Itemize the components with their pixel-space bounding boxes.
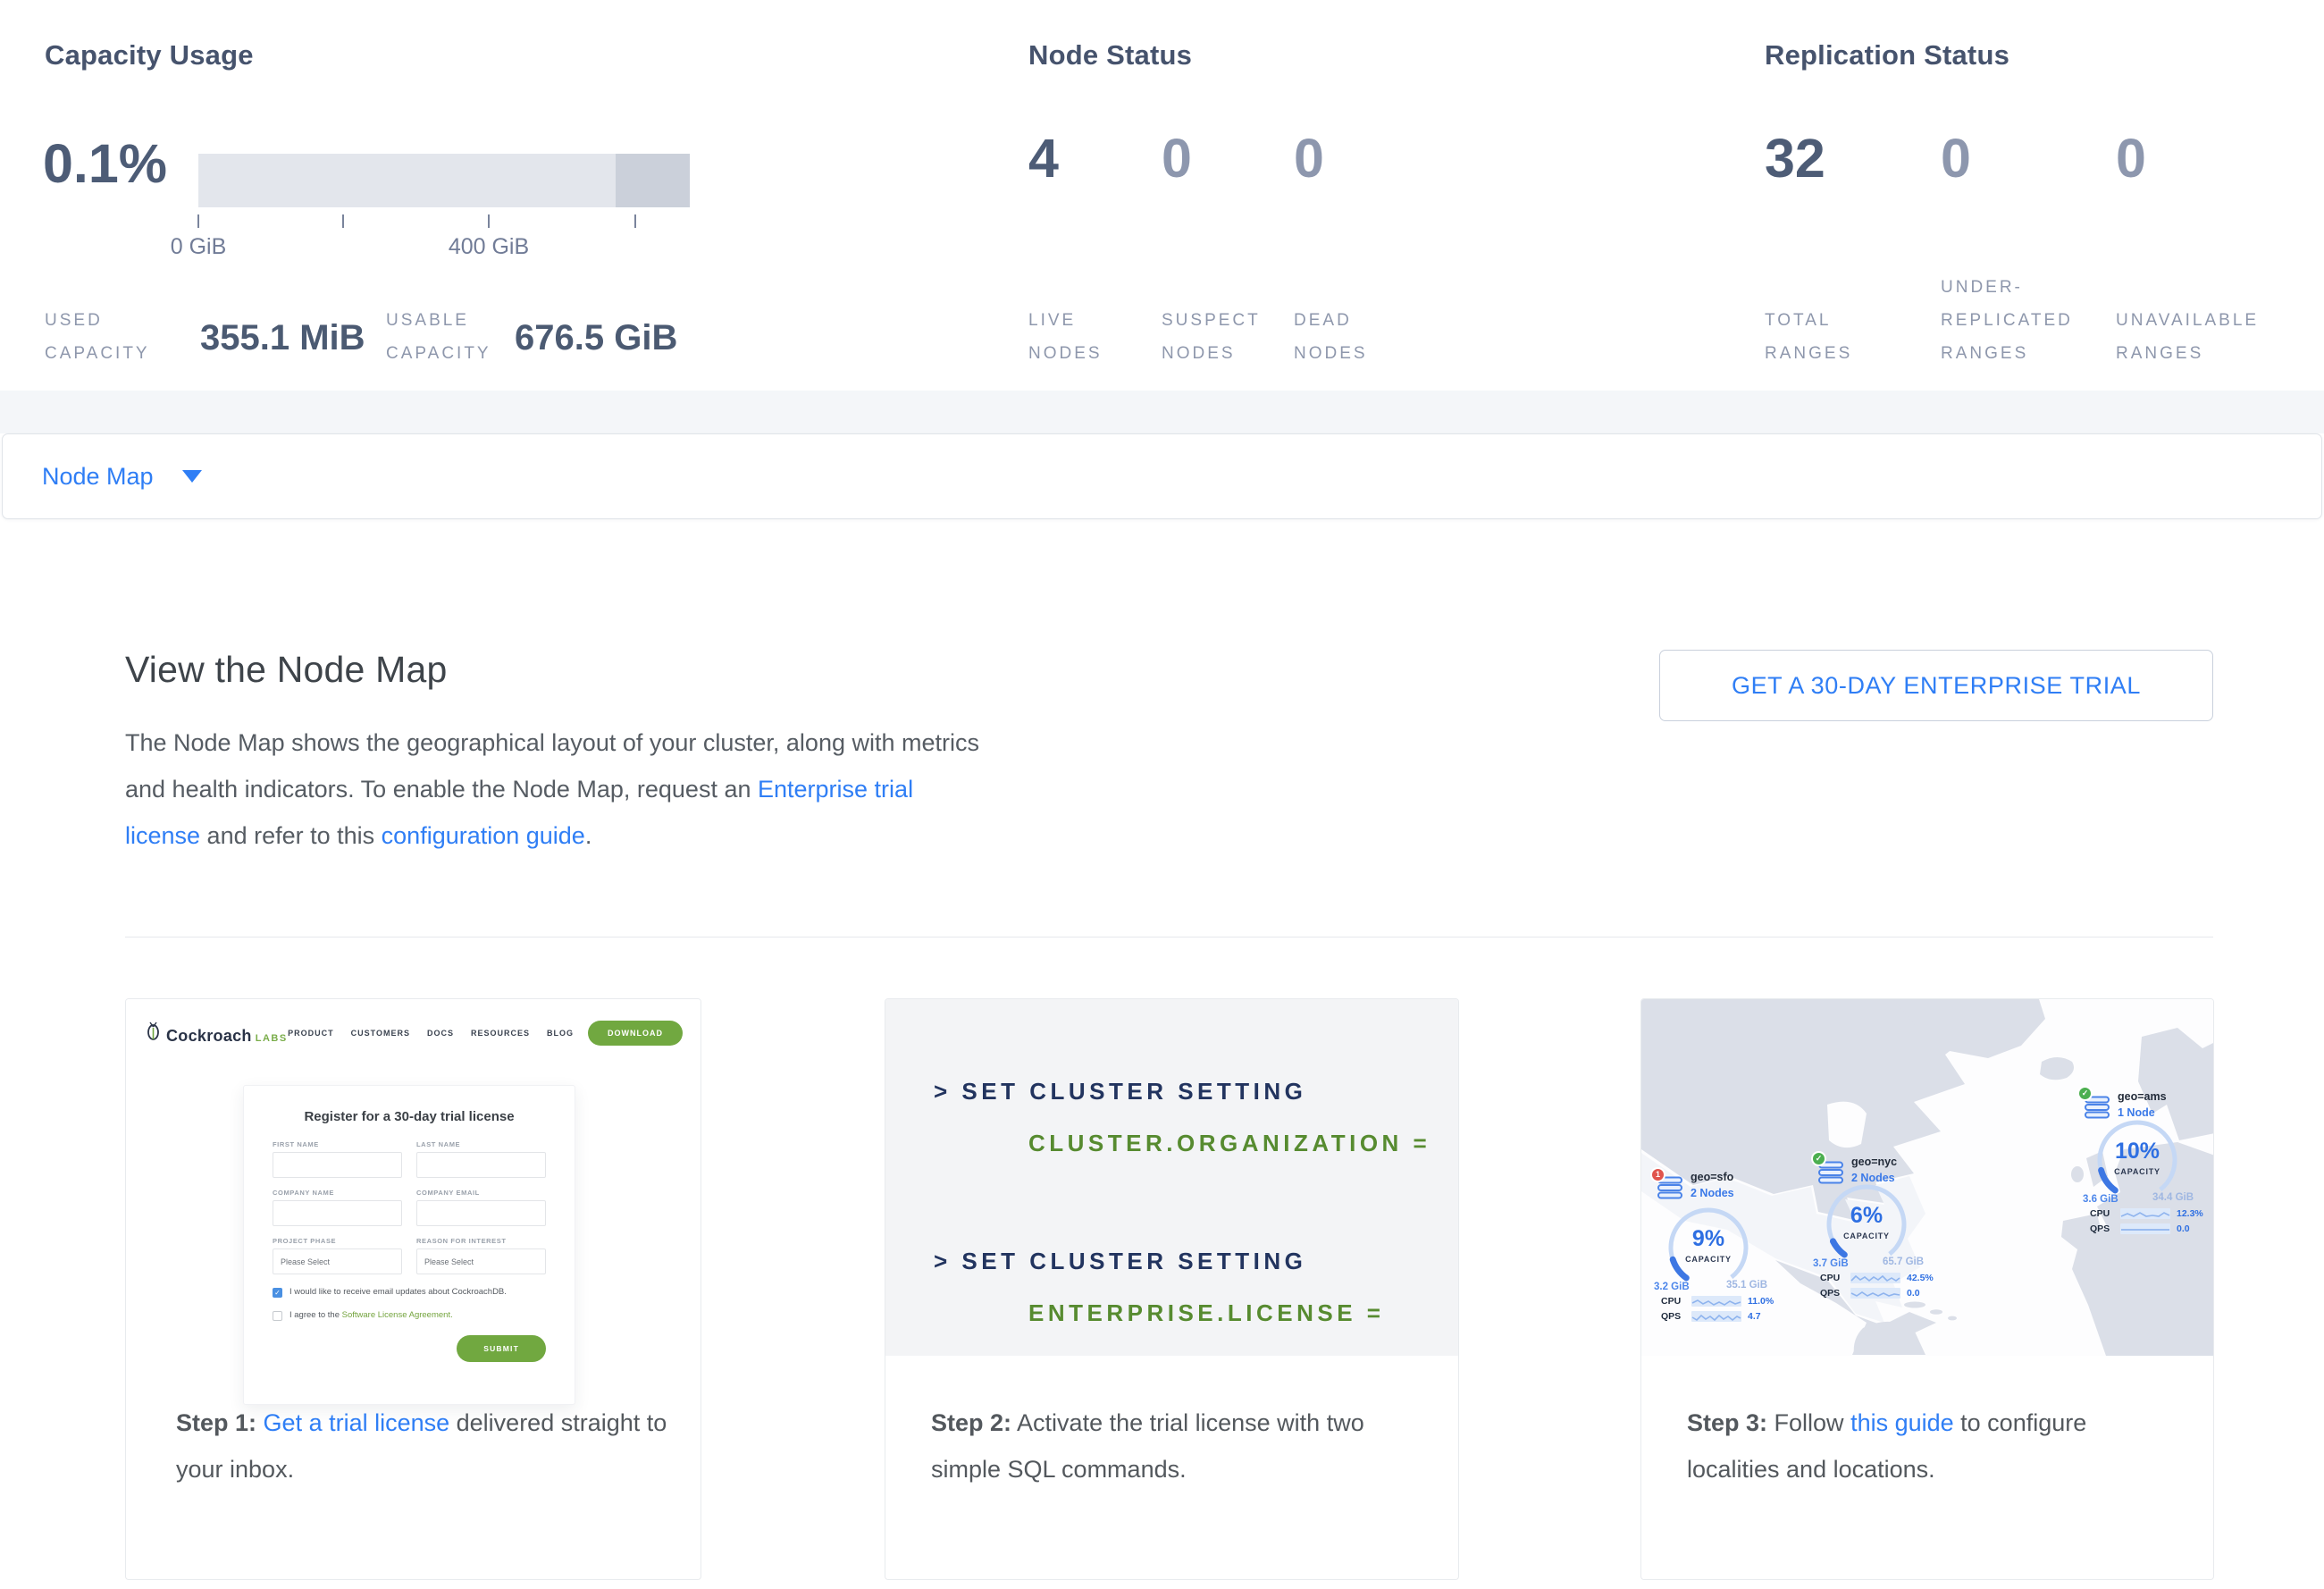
capacity-axis-tick — [634, 214, 636, 228]
sql-enterprise-license: ENTERPRISE.LICENSE = — [1028, 1299, 1384, 1327]
step2-card: > SET CLUSTER SETTING CLUSTER.ORGANIZATI… — [885, 998, 1459, 1580]
email-updates-label: I would like to receive email updates ab… — [289, 1287, 507, 1297]
mini-site-header: Cockroach LABS PRODUCT CUSTOMERS DOCS RE… — [126, 1013, 701, 1053]
step1-text: Step 1: Get a trial license delivered st… — [176, 1400, 676, 1492]
cockroach-labs-site-preview: Cockroach LABS PRODUCT CUSTOMERS DOCS RE… — [126, 999, 701, 1406]
capacity-bar-reserved-segment — [616, 154, 690, 207]
capacity-axis-tick — [342, 214, 344, 228]
reason-for-interest-select[interactable]: Please Select — [416, 1248, 546, 1274]
configuration-guide-link[interactable]: configuration guide — [382, 822, 585, 849]
mini-nav-docs[interactable]: DOCS — [427, 1029, 454, 1038]
total-ranges-value: 32 — [1765, 127, 1825, 189]
mini-nav-product[interactable]: PRODUCT — [288, 1029, 334, 1038]
mini-nav-blog[interactable]: BLOG — [547, 1029, 574, 1038]
step1-card: Cockroach LABS PRODUCT CUSTOMERS DOCS RE… — [125, 998, 701, 1580]
node-map-preview: 1 geo=sfo 2 Nodes 9% CAPACIT — [1641, 999, 2213, 1356]
license-agreement-checkbox[interactable] — [273, 1311, 282, 1321]
company-email-field[interactable] — [416, 1200, 546, 1226]
project-phase-label: PROJECT PHASE — [273, 1237, 402, 1245]
view-selector-label[interactable]: Node Map — [42, 463, 154, 491]
unavailable-ranges-value: 0 — [2116, 127, 2146, 189]
trial-license-form: Register for a 30-day trial license FIRS… — [243, 1085, 575, 1405]
dead-nodes-label: DEAD NODES — [1294, 265, 1464, 370]
mini-nav-resources[interactable]: RESOURCES — [471, 1029, 530, 1038]
cpu-sparkline — [1850, 1273, 1900, 1283]
cpu-metric: CPU 42.5% — [1820, 1273, 1934, 1283]
qps-sparkline — [1691, 1311, 1741, 1322]
this-guide-link[interactable]: this guide — [1850, 1409, 1954, 1436]
error-badge: 1 — [1650, 1167, 1665, 1182]
sql-set-cluster-setting-1: > SET CLUSTER SETTING — [934, 1078, 1306, 1106]
cluster-overview-page: Capacity Usage 0.1% 0 GiB 400 GiB USED C… — [0, 0, 2324, 1589]
reason-for-interest-label: REASON FOR INTEREST — [416, 1237, 546, 1245]
sql-set-cluster-setting-2: > SET CLUSTER SETTING — [934, 1248, 1306, 1275]
qps-metric: QPS 0.0 — [1820, 1288, 1920, 1299]
submit-button[interactable]: SUBMIT — [457, 1335, 546, 1362]
healthy-badge: ✓ — [2077, 1086, 2093, 1101]
cockroach-bug-icon — [146, 1022, 161, 1041]
software-license-agreement-link[interactable]: Software License Agreement. — [342, 1310, 453, 1320]
first-name-field[interactable] — [273, 1152, 402, 1178]
qps-sparkline — [1850, 1288, 1900, 1299]
qps-metric: QPS 0.0 — [2090, 1223, 2190, 1234]
company-name-label: COMPANY NAME — [273, 1189, 402, 1197]
mini-nav-customers[interactable]: CUSTOMERS — [351, 1029, 410, 1038]
capacity-axis-label-400: 400 GiB — [417, 234, 560, 260]
trial-form-title: Register for a 30-day trial license — [273, 1109, 546, 1124]
company-name-field[interactable] — [273, 1200, 402, 1226]
capacity-bar — [198, 154, 690, 207]
capacity-percent: 0.1% — [43, 132, 167, 195]
page-title: View the Node Map — [125, 649, 447, 691]
unavailable-ranges-label: UNAVAILABLE RANGES — [2116, 265, 2286, 370]
total-ranges-label: TOTAL RANGES — [1765, 265, 1934, 370]
live-nodes-value: 4 — [1028, 127, 1059, 189]
capacity-axis-tick — [197, 214, 199, 228]
email-updates-checkbox[interactable]: ✓ — [273, 1288, 282, 1298]
usable-capacity-value: 676.5 GiB — [515, 318, 677, 358]
last-name-field[interactable] — [416, 1152, 546, 1178]
qps-metric: QPS 4.7 — [1661, 1311, 1761, 1322]
capacity-gauge-ams: 10% CAPACITY — [2093, 1115, 2182, 1205]
capacity-axis-label-0: 0 GiB — [127, 234, 270, 260]
license-agreement-label: I agree to the Software License Agreemen… — [289, 1310, 453, 1320]
last-name-label: LAST NAME — [416, 1140, 546, 1148]
cpu-metric: CPU 11.0% — [1661, 1296, 1774, 1307]
step3-card: 1 geo=sfo 2 Nodes 9% CAPACIT — [1640, 998, 2214, 1580]
get-trial-license-link[interactable]: Get a trial license — [264, 1409, 450, 1436]
replication-status-title: Replication Status — [1765, 39, 2009, 71]
sql-commands-preview: > SET CLUSTER SETTING CLUSTER.ORGANIZATI… — [885, 999, 1458, 1356]
cockroach-labs-logo: Cockroach LABS — [146, 1022, 288, 1046]
download-button[interactable]: DOWNLOAD — [588, 1021, 683, 1046]
cpu-sparkline — [2120, 1208, 2170, 1219]
view-selector-bar[interactable]: Node Map — [2, 433, 2322, 519]
node-status-title: Node Status — [1028, 39, 1192, 71]
first-name-label: FIRST NAME — [273, 1140, 402, 1148]
step3-text: Step 3: Follow this guide to configure l… — [1687, 1400, 2125, 1492]
used-capacity-value: 355.1 MiB — [200, 318, 365, 358]
capacity-gauge-nyc: 6% CAPACITY — [1822, 1180, 1911, 1269]
capacity-axis-tick — [488, 214, 490, 228]
qps-sparkline — [2120, 1223, 2170, 1234]
company-email-label: COMPANY EMAIL — [416, 1189, 546, 1197]
cpu-metric: CPU 12.3% — [2090, 1208, 2203, 1219]
under-replicated-ranges-value: 0 — [1941, 127, 1971, 189]
project-phase-select[interactable]: Please Select — [273, 1248, 402, 1274]
mini-site-nav: PRODUCT CUSTOMERS DOCS RESOURCES BLOG — [288, 1029, 574, 1038]
used-capacity-label: USED CAPACITY — [45, 265, 214, 370]
dead-nodes-value: 0 — [1294, 127, 1324, 189]
step2-text: Step 2: Activate the trial license with … — [931, 1400, 1422, 1492]
sql-cluster-organization: CLUSTER.ORGANIZATION = — [1028, 1130, 1430, 1157]
enterprise-trial-button[interactable]: GET A 30-DAY ENTERPRISE TRIAL — [1659, 650, 2213, 721]
panel-separator — [0, 391, 2324, 433]
under-replicated-ranges-label: UNDER- REPLICATED RANGES — [1941, 231, 2110, 370]
healthy-badge: ✓ — [1811, 1151, 1826, 1166]
cluster-summary-panel: Capacity Usage 0.1% 0 GiB 400 GiB USED C… — [0, 0, 2324, 391]
capacity-usage-title: Capacity Usage — [45, 39, 254, 71]
capacity-gauge-sfo: 9% CAPACITY — [1664, 1203, 1753, 1292]
chevron-down-icon — [182, 470, 202, 483]
cpu-sparkline — [1691, 1296, 1741, 1307]
suspect-nodes-value: 0 — [1162, 127, 1192, 189]
node-map-description: The Node Map shows the geographical layo… — [125, 719, 992, 859]
